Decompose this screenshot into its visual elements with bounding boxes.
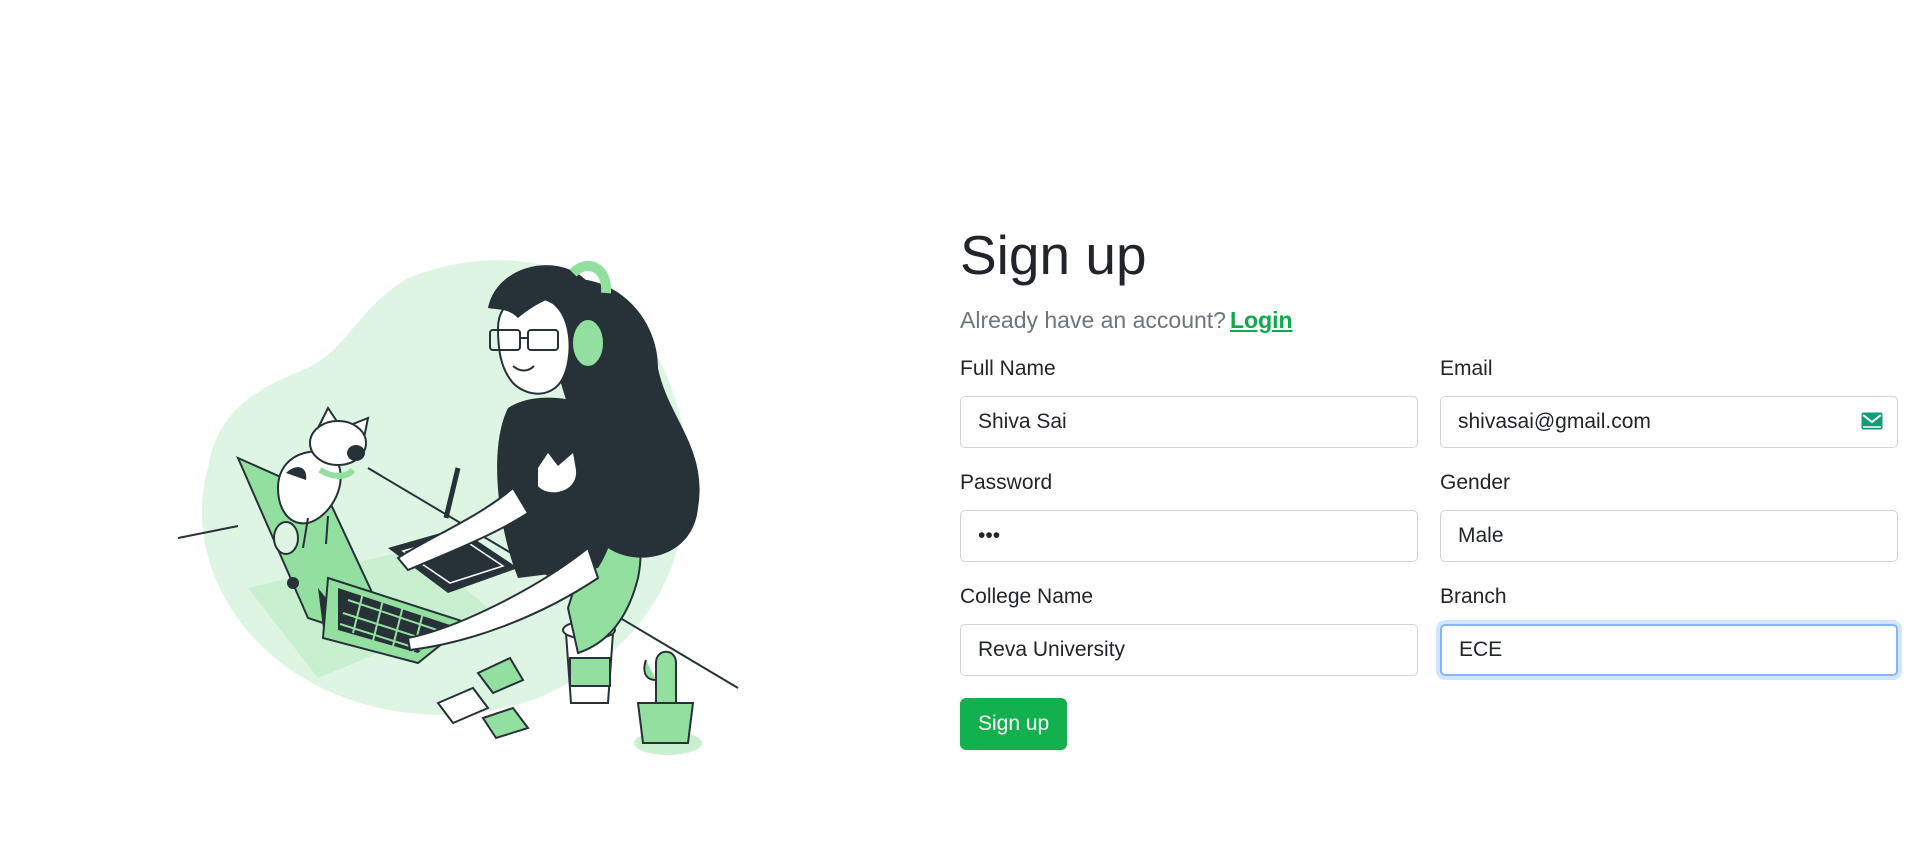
login-prompt: Already have an account? Login xyxy=(960,306,1900,334)
email-input[interactable]: shivasai@gmail.com xyxy=(1440,396,1898,448)
gender-label: Gender xyxy=(1440,471,1511,494)
signup-button[interactable]: Sign up xyxy=(960,698,1068,750)
branch-input[interactable]: ECE xyxy=(1440,624,1898,676)
college-name-field: College Name Reva University xyxy=(960,584,1418,676)
branch-field: Branch ECE xyxy=(1440,584,1898,676)
full-name-label: Full Name xyxy=(960,357,1056,380)
college-name-input[interactable]: Reva University xyxy=(960,624,1418,676)
cactus-plant-icon xyxy=(634,650,702,755)
email-value: shivasai@gmail.com xyxy=(1458,410,1651,433)
password-input[interactable]: ••• xyxy=(960,510,1418,562)
gender-field: Gender Male xyxy=(1440,470,1898,562)
full-name-field: Full Name Shiva Sai xyxy=(960,356,1418,448)
branch-label: Branch xyxy=(1440,585,1507,608)
branch-value: ECE xyxy=(1459,638,1503,661)
password-value: ••• xyxy=(978,524,1001,547)
page-title: Sign up xyxy=(960,224,1147,286)
college-name-value: Reva University xyxy=(978,638,1126,661)
full-name-value: Shiva Sai xyxy=(978,410,1067,433)
login-link[interactable]: Login xyxy=(1230,307,1293,333)
email-field: Email shivasai@gmail.com xyxy=(1440,356,1898,448)
college-name-label: College Name xyxy=(960,585,1094,608)
email-label: Email xyxy=(1440,357,1493,380)
form-grid: Full Name Shiva Sai Email shivasai@gmail… xyxy=(960,356,1900,676)
signup-form: Sign up Already have an account? Login Fu… xyxy=(960,222,1900,750)
full-name-input[interactable]: Shiva Sai xyxy=(960,396,1418,448)
password-label: Password xyxy=(960,471,1053,494)
login-prompt-text: Already have an account? xyxy=(960,307,1226,333)
password-field: Password ••• xyxy=(960,470,1418,562)
mail-icon[interactable] xyxy=(1861,412,1883,430)
signup-illustration xyxy=(178,260,739,755)
gender-input[interactable]: Male xyxy=(1440,510,1898,562)
gender-value: Male xyxy=(1458,524,1504,547)
